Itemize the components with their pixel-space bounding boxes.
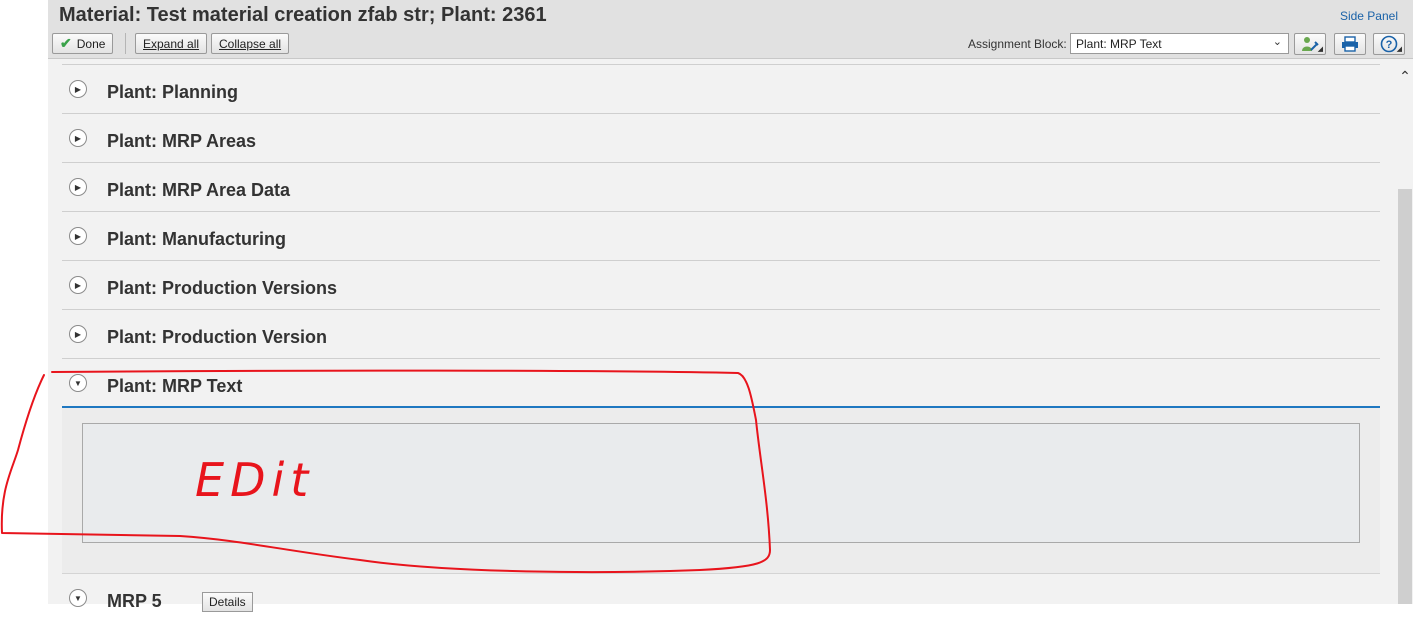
mrp-text-editor[interactable] — [82, 423, 1360, 543]
side-panel-link[interactable]: Side Panel — [1340, 9, 1398, 23]
expand-toggle-icon[interactable]: ▶ — [69, 129, 87, 147]
done-button[interactable]: ✔ Done — [52, 33, 114, 54]
page-header: Material: Test material creation zfab st… — [48, 0, 1413, 59]
section-title: Plant: MRP Text — [107, 376, 243, 396]
collapse-toggle-icon[interactable]: ▼ — [69, 589, 87, 607]
svg-text:?: ? — [1386, 39, 1393, 51]
section-plant-production-version[interactable]: ▶ Plant: Production Version — [62, 310, 1380, 359]
section-title: Plant: Production Versions — [107, 278, 338, 298]
corner-triangle-icon: ◢ — [1396, 46, 1402, 53]
section-mrp-5[interactable]: ▼ MRP 5 — [62, 574, 1380, 622]
collapse-all-label: Collapse all — [219, 36, 282, 51]
section-plant-manufacturing[interactable]: ▶ Plant: Manufacturing — [62, 212, 1380, 261]
print-icon — [1342, 36, 1358, 52]
done-label: Done — [76, 36, 106, 51]
section-title: Plant: Manufacturing — [107, 229, 286, 249]
expand-all-button[interactable]: Expand all — [135, 33, 208, 54]
assignment-block-select[interactable]: Plant: MRP Text ⌄ — [1070, 33, 1289, 54]
section-plant-production-versions[interactable]: ▶ Plant: Production Versions — [62, 261, 1380, 310]
help-button[interactable]: ? ◢ — [1373, 33, 1405, 55]
section-plant-mrp-area-data[interactable]: ▶ Plant: MRP Area Data — [62, 163, 1380, 212]
details-button[interactable]: Details — [202, 592, 253, 612]
personalize-icon — [1302, 37, 1319, 51]
section-title: Plant: Production Version — [107, 327, 328, 347]
scrollbar-thumb[interactable] — [1398, 189, 1412, 604]
expand-toggle-icon[interactable]: ▶ — [69, 178, 87, 196]
expand-toggle-icon[interactable]: ▶ — [69, 227, 87, 245]
vertical-scrollbar[interactable]: ⌃ — [1397, 64, 1413, 604]
section-title: Plant: Planning — [107, 82, 239, 102]
checkmark-icon: ✔ — [60, 35, 72, 51]
section-title: Plant: MRP Area Data — [107, 180, 291, 200]
personalize-button[interactable]: ◢ — [1294, 33, 1326, 55]
app-container: Material: Test material creation zfab st… — [48, 0, 1413, 612]
section-plant-mrp-text[interactable]: ▼ Plant: MRP Text — [62, 359, 1380, 408]
section-title: MRP 5 — [107, 591, 162, 611]
chevron-down-icon: ⌄ — [1272, 36, 1282, 48]
expand-toggle-icon[interactable]: ▶ — [69, 325, 87, 343]
toolbar-separator — [125, 33, 126, 54]
collapse-all-button[interactable]: Collapse all — [211, 33, 290, 54]
corner-triangle-icon: ◢ — [1317, 46, 1323, 53]
expand-all-label: Expand all — [143, 36, 200, 51]
print-button[interactable] — [1334, 33, 1366, 55]
assignment-block-value: Plant: MRP Text — [1076, 37, 1162, 51]
help-icon: ? — [1380, 35, 1398, 53]
scroll-up-icon[interactable]: ⌃ — [1397, 68, 1413, 84]
section-title: Plant: MRP Areas — [107, 131, 257, 151]
expand-toggle-icon[interactable]: ▶ — [69, 80, 87, 98]
page-title: Material: Test material creation zfab st… — [59, 4, 547, 26]
mrp-text-content — [62, 408, 1380, 574]
section-plant-mrp-areas[interactable]: ▶ Plant: MRP Areas — [62, 114, 1380, 163]
collapse-toggle-icon[interactable]: ▼ — [69, 374, 87, 392]
section-plant-planning[interactable]: ▶ Plant: Planning — [62, 65, 1380, 114]
assignment-block-label: Assignment Block: — [968, 37, 1067, 51]
expand-toggle-icon[interactable]: ▶ — [69, 276, 87, 294]
